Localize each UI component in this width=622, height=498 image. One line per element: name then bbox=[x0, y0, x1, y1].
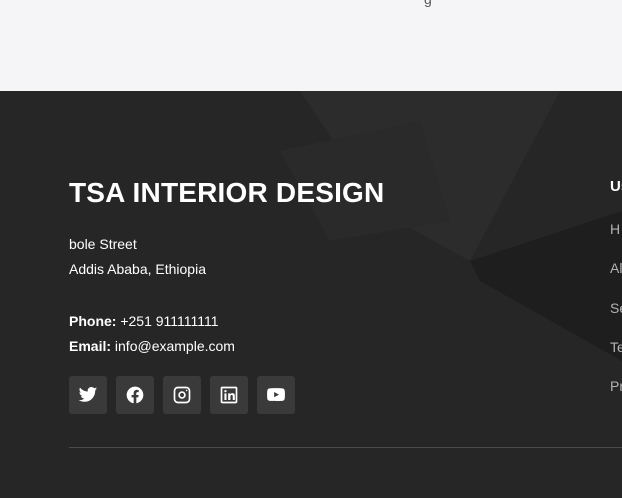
footer-background-decoration bbox=[280, 91, 622, 361]
youtube-button[interactable] bbox=[257, 376, 295, 414]
footer-link-projects[interactable]: Pr bbox=[610, 378, 622, 394]
address-street: bole Street bbox=[69, 236, 137, 252]
footer-brand-title: TSA INTERIOR DESIGN bbox=[69, 177, 385, 208]
phone-value: +251 911111111 bbox=[120, 313, 219, 329]
address-city: Addis Ababa, Ethiopia bbox=[69, 261, 206, 277]
linkedin-icon bbox=[220, 386, 238, 404]
page-top-section: g bbox=[0, 0, 622, 91]
twitter-button[interactable] bbox=[69, 376, 107, 414]
social-links bbox=[69, 376, 295, 414]
twitter-icon bbox=[78, 387, 98, 402]
instagram-button[interactable] bbox=[163, 376, 201, 414]
instagram-icon bbox=[173, 386, 191, 404]
linkedin-button[interactable] bbox=[210, 376, 248, 414]
useful-links-heading: Us bbox=[610, 178, 622, 195]
site-footer: TSA INTERIOR DESIGN bole Street Addis Ab… bbox=[0, 91, 622, 498]
email-line: Email: info@example.com bbox=[69, 338, 235, 354]
footer-link-team[interactable]: Te bbox=[610, 339, 622, 355]
footer-link-services[interactable]: Se bbox=[610, 300, 622, 316]
email-label: Email: bbox=[69, 338, 112, 354]
youtube-icon bbox=[267, 388, 285, 402]
phone-label: Phone: bbox=[69, 313, 117, 329]
footer-link-home[interactable]: H bbox=[610, 221, 620, 237]
facebook-button[interactable] bbox=[116, 376, 154, 414]
footer-divider bbox=[69, 447, 622, 448]
footer-link-about[interactable]: Al bbox=[610, 260, 622, 276]
facebook-icon bbox=[126, 386, 144, 404]
email-value[interactable]: info@example.com bbox=[115, 338, 235, 354]
top-text-fragment: g bbox=[424, 0, 432, 7]
phone-line: Phone: +251 911111111 bbox=[69, 313, 219, 329]
